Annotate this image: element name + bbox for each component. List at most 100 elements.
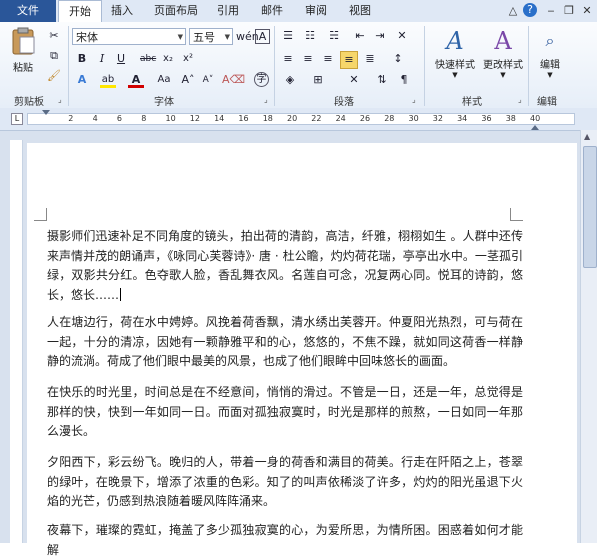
shrink-font-icon[interactable]: A˅	[200, 72, 216, 88]
multilevel-list-icon[interactable]: ☵	[326, 28, 342, 44]
binoculars-icon: ⌕	[545, 31, 555, 50]
paste-button[interactable]: 粘贴	[6, 26, 40, 82]
ruler-tick-label: 20	[287, 114, 298, 123]
quick-styles-icon: A	[446, 27, 464, 55]
group-styles-label: 样式	[462, 97, 482, 108]
restore-icon[interactable]: ❐	[561, 3, 577, 18]
tab-review[interactable]: 审阅	[300, 0, 332, 22]
tab-file[interactable]: 文件	[0, 0, 56, 22]
increase-indent-icon[interactable]: ⇥	[372, 28, 388, 44]
paragraph-text: 人在塘边行，荷在水中娉婷。风挽着荷香飘，清水绣出芙蓉开。仲夏阳光热烈，可与荷在一…	[47, 315, 523, 368]
scroll-up-icon[interactable]: ▲	[584, 132, 590, 141]
shading-icon[interactable]: ◈	[282, 72, 298, 88]
close-icon[interactable]: ✕	[579, 3, 595, 18]
distributed-icon[interactable]: ≣	[362, 51, 378, 67]
grow-font-icon[interactable]: A˄	[180, 72, 196, 88]
ribbon: 粘贴 ✂ ⧉ 🖌 剪贴板 ⌟ 宋体 ▼ 五号 ▼ wén A B I U abc x…	[0, 22, 597, 109]
clipboard-launcher-icon[interactable]: ⌟	[58, 96, 66, 104]
subscript-icon[interactable]: x₂	[160, 51, 176, 67]
char-border-icon[interactable]: A	[255, 29, 270, 44]
format-painter-icon[interactable]: 🖌	[46, 68, 62, 84]
ruler-tick-label: 22	[311, 114, 322, 123]
paragraph-2[interactable]: 人在塘边行，荷在水中娉婷。风挽着荷香飘，清水绣出芙蓉开。仲夏阳光热烈，可与荷在一…	[47, 313, 523, 372]
text-effects-icon[interactable]: A	[74, 72, 90, 88]
phonetic-guide-icon[interactable]: wén	[236, 29, 259, 45]
paragraph-text: 夜幕下，璀璨的霓虹，掩盖了多少孤独寂寞的心，为爱所思，为情所困。困惑着如何才能解	[47, 523, 523, 557]
ruler-tick-label: 10	[165, 114, 176, 123]
separator	[274, 26, 275, 106]
highlight-icon[interactable]: ab	[100, 72, 116, 88]
asian-layout-icon[interactable]: ✕	[346, 72, 362, 88]
minimize-icon[interactable]: ‒	[543, 3, 559, 18]
line-spacing-icon[interactable]: ↕	[390, 51, 406, 67]
change-case-icon[interactable]: Aa	[156, 72, 172, 88]
numbering-icon[interactable]: ☷	[302, 28, 318, 44]
tab-home[interactable]: 开始	[58, 0, 102, 24]
italic-icon[interactable]: I	[94, 51, 110, 67]
crop-mark-top-left	[34, 208, 47, 221]
paragraph-3[interactable]: 在快乐的时光里，时间总是在不经意间，悄悄的滑过。不管是一日，还是一年，总觉得是那…	[47, 383, 523, 442]
chevron-down-icon: ▼	[452, 71, 458, 79]
help-icon[interactable]: ?	[523, 3, 537, 17]
tab-page-layout[interactable]: 页面布局	[148, 0, 204, 22]
editing-label: 编辑	[540, 60, 560, 71]
borders-icon[interactable]: ⊞	[310, 72, 326, 88]
vertical-ruler[interactable]	[10, 140, 23, 543]
font-launcher-icon[interactable]: ⌟	[264, 96, 272, 104]
paragraph-4[interactable]: 夕阳西下，彩云纷飞。晚归的人，带着一身的荷香和满目的荷美。行走在阡陌之上，苍翠的…	[47, 453, 523, 512]
tab-insert[interactable]: 插入	[104, 0, 140, 22]
vertical-scrollbar[interactable]: ▲	[580, 130, 597, 543]
paragraph-5[interactable]: 夜幕下，璀璨的霓虹，掩盖了多少孤独寂寞的心，为爱所思，为情所困。困惑着如何才能解	[47, 521, 523, 560]
collapse-ribbon-icon[interactable]: △	[505, 3, 521, 18]
decrease-indent-icon[interactable]: ⇤	[352, 28, 368, 44]
chevron-down-icon: ▼	[224, 33, 230, 41]
ruler-tick-label: 4	[92, 114, 98, 123]
cut-icon[interactable]: ✂	[46, 28, 62, 44]
quick-styles-button[interactable]: A 快速样式 ▼	[430, 26, 480, 79]
text-cursor	[120, 287, 122, 301]
separator	[424, 26, 425, 106]
right-indent-marker-icon[interactable]	[531, 125, 539, 130]
strikethrough-icon[interactable]: abc	[140, 51, 156, 67]
superscript-icon[interactable]: x²	[180, 51, 196, 67]
bold-icon[interactable]: B	[74, 51, 90, 67]
scroll-thumb[interactable]	[583, 146, 597, 268]
bullets-icon[interactable]: ☰	[280, 28, 296, 44]
font-size-combo[interactable]: 五号 ▼	[189, 28, 233, 45]
tab-view[interactable]: 视图	[344, 0, 376, 22]
chevron-down-icon: ▼	[177, 33, 183, 41]
separator	[68, 26, 69, 106]
paragraph-launcher-icon[interactable]: ⌟	[412, 96, 420, 104]
copy-icon[interactable]: ⧉	[46, 48, 62, 64]
justify-icon[interactable]: ≡	[340, 51, 358, 69]
editing-button[interactable]: ⌕ 编辑 ▼	[532, 26, 568, 79]
clear-format-icon[interactable]: A⌫	[222, 72, 245, 88]
group-font-label: 字体	[154, 97, 174, 108]
tab-references[interactable]: 引用	[212, 0, 244, 22]
font-color-icon[interactable]: A	[128, 72, 144, 88]
horizontal-ruler[interactable]: 2 4 6 8 10 12 14 16 18 20 22 24 26 28 30 32 34 36 38 40	[27, 113, 575, 125]
change-styles-button[interactable]: A 更改样式 ▼	[480, 26, 526, 79]
tab-mailings[interactable]: 邮件	[256, 0, 288, 22]
align-left-icon[interactable]: ≡	[280, 51, 296, 67]
sort-icon[interactable]: ⇅	[374, 72, 390, 88]
paste-label: 粘贴	[13, 63, 33, 74]
indent-marker-icon[interactable]	[42, 110, 50, 115]
ruler-tick-label: 32	[432, 114, 443, 123]
align-center-icon[interactable]: ≡	[300, 51, 316, 67]
paragraph-1[interactable]: 摄影师们迅速补足不同角度的镜头，拍出荷的清韵，高洁，纤雅，栩栩如生 。人群中还传…	[47, 227, 523, 305]
align-right-icon[interactable]: ≡	[320, 51, 336, 67]
enclose-char-icon[interactable]: 字	[254, 72, 269, 87]
underline-icon[interactable]: U	[113, 51, 129, 67]
ruler-tick-label: 38	[505, 114, 516, 123]
chinese-layout-icon[interactable]: ✕	[394, 28, 410, 44]
paragraph-text: 夕阳西下，彩云纷飞。晚归的人，带着一身的荷香和满目的荷美。行走在阡陌之上，苍翠的…	[47, 455, 523, 508]
tab-selector-icon[interactable]: L	[11, 113, 23, 125]
ruler-tick-label: 12	[189, 114, 200, 123]
quick-styles-label: 快速样式	[435, 60, 475, 71]
ruler-tick-label: 28	[384, 114, 395, 123]
ruler-tick-label: 30	[408, 114, 419, 123]
show-marks-icon[interactable]: ¶	[396, 72, 412, 88]
styles-launcher-icon[interactable]: ⌟	[518, 96, 526, 104]
font-name-combo[interactable]: 宋体 ▼	[72, 28, 186, 45]
